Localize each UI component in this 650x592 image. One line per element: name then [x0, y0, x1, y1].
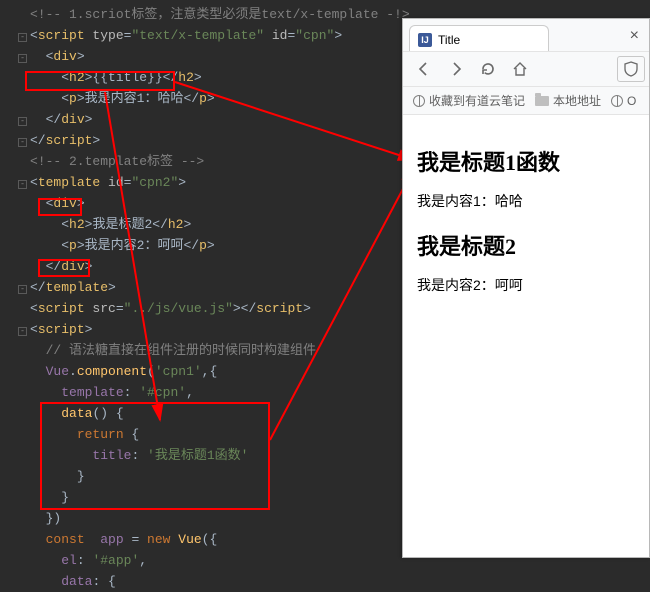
code-line[interactable]: <script src="../js/vue.js"></script> [18, 298, 402, 319]
code-line[interactable]: } [18, 466, 402, 487]
bookmarks-bar: 收藏到有道云笔记 本地地址 O [403, 87, 649, 115]
code-line[interactable]: } [18, 487, 402, 508]
code-line[interactable]: <h2>{{title}}</h2> [18, 67, 402, 88]
code-line[interactable]: <!-- 1.scriot标签，注意类型必须是text/x-template -… [18, 4, 402, 25]
fold-icon[interactable]: - [18, 117, 27, 126]
code-line[interactable]: - </div> [18, 109, 402, 130]
code-line[interactable]: <!-- 2.template标签 --> [18, 151, 402, 172]
browser-tab-title: Title [438, 33, 460, 47]
code-line[interactable]: data() { [18, 403, 402, 424]
shield-icon[interactable] [617, 56, 645, 82]
close-icon[interactable]: × [630, 27, 639, 45]
favicon-icon: IJ [418, 33, 432, 47]
fold-icon[interactable]: - [18, 180, 27, 189]
rendered-paragraph-1: 我是内容1：哈哈 [417, 191, 635, 211]
bookmark-label: 收藏到有道云笔记 [429, 92, 525, 109]
browser-window: IJ Title × 收藏到有道云笔记 本地地址 [402, 18, 650, 558]
folder-icon [535, 96, 549, 106]
fold-icon[interactable]: - [18, 327, 27, 336]
fold-icon[interactable]: - [18, 285, 27, 294]
code-line[interactable]: // 语法糖直接在组件注册的时候同时构建组件 [18, 340, 402, 361]
code-area[interactable]: <!-- 1.scriot标签，注意类型必须是text/x-template -… [18, 4, 402, 592]
code-line[interactable]: <p>我是内容1：哈哈</p> [18, 88, 402, 109]
browser-tab[interactable]: IJ Title [409, 25, 549, 51]
fold-icon[interactable]: - [18, 33, 27, 42]
bookmark-item[interactable]: 本地地址 [535, 92, 601, 109]
code-line[interactable]: -<template id="cpn2"> [18, 172, 402, 193]
bookmark-item[interactable]: 收藏到有道云笔记 [413, 92, 525, 109]
fold-icon[interactable]: - [18, 138, 27, 147]
code-line[interactable]: -</template> [18, 277, 402, 298]
code-line[interactable]: el: '#app', [18, 550, 402, 571]
code-line[interactable]: -<script> [18, 319, 402, 340]
back-icon[interactable] [415, 60, 433, 78]
code-line[interactable]: <h2>我是标题2</h2> [18, 214, 402, 235]
rendered-paragraph-2: 我是内容2：呵呵 [417, 275, 635, 295]
rendered-heading-1: 我是标题1函数 [417, 145, 635, 177]
rendered-heading-2: 我是标题2 [417, 229, 635, 261]
code-line[interactable]: Vue.component('cpn1',{ [18, 361, 402, 382]
code-line[interactable]: template: '#cpn', [18, 382, 402, 403]
code-line[interactable]: return { [18, 424, 402, 445]
bookmark-label: O [627, 94, 636, 108]
home-icon[interactable] [511, 60, 529, 78]
code-editor[interactable]: <!-- 1.scriot标签，注意类型必须是text/x-template -… [0, 0, 402, 567]
browser-page: 我是标题1函数 我是内容1：哈哈 我是标题2 我是内容2：呵呵 [403, 115, 649, 557]
code-line[interactable]: const app = new Vue({ [18, 529, 402, 550]
bookmark-item[interactable]: O [611, 94, 636, 108]
globe-icon [611, 95, 623, 107]
fold-icon[interactable]: - [18, 54, 27, 63]
globe-icon [413, 95, 425, 107]
code-line[interactable]: <p>我是内容2：呵呵</p> [18, 235, 402, 256]
code-line[interactable]: - <div> [18, 46, 402, 67]
reload-icon[interactable] [479, 60, 497, 78]
code-line[interactable]: title: '我是标题1函数' [18, 445, 402, 466]
bookmark-label: 本地地址 [553, 92, 601, 109]
code-line[interactable]: <div> [18, 193, 402, 214]
code-line[interactable]: }) [18, 508, 402, 529]
code-line[interactable]: -<script type="text/x-template" id="cpn"… [18, 25, 402, 46]
code-line[interactable]: </div> [18, 256, 402, 277]
forward-icon[interactable] [447, 60, 465, 78]
browser-tabbar: IJ Title × [403, 19, 649, 51]
code-line[interactable]: data: { [18, 571, 402, 592]
browser-navbar [403, 51, 649, 87]
code-line[interactable]: -</script> [18, 130, 402, 151]
